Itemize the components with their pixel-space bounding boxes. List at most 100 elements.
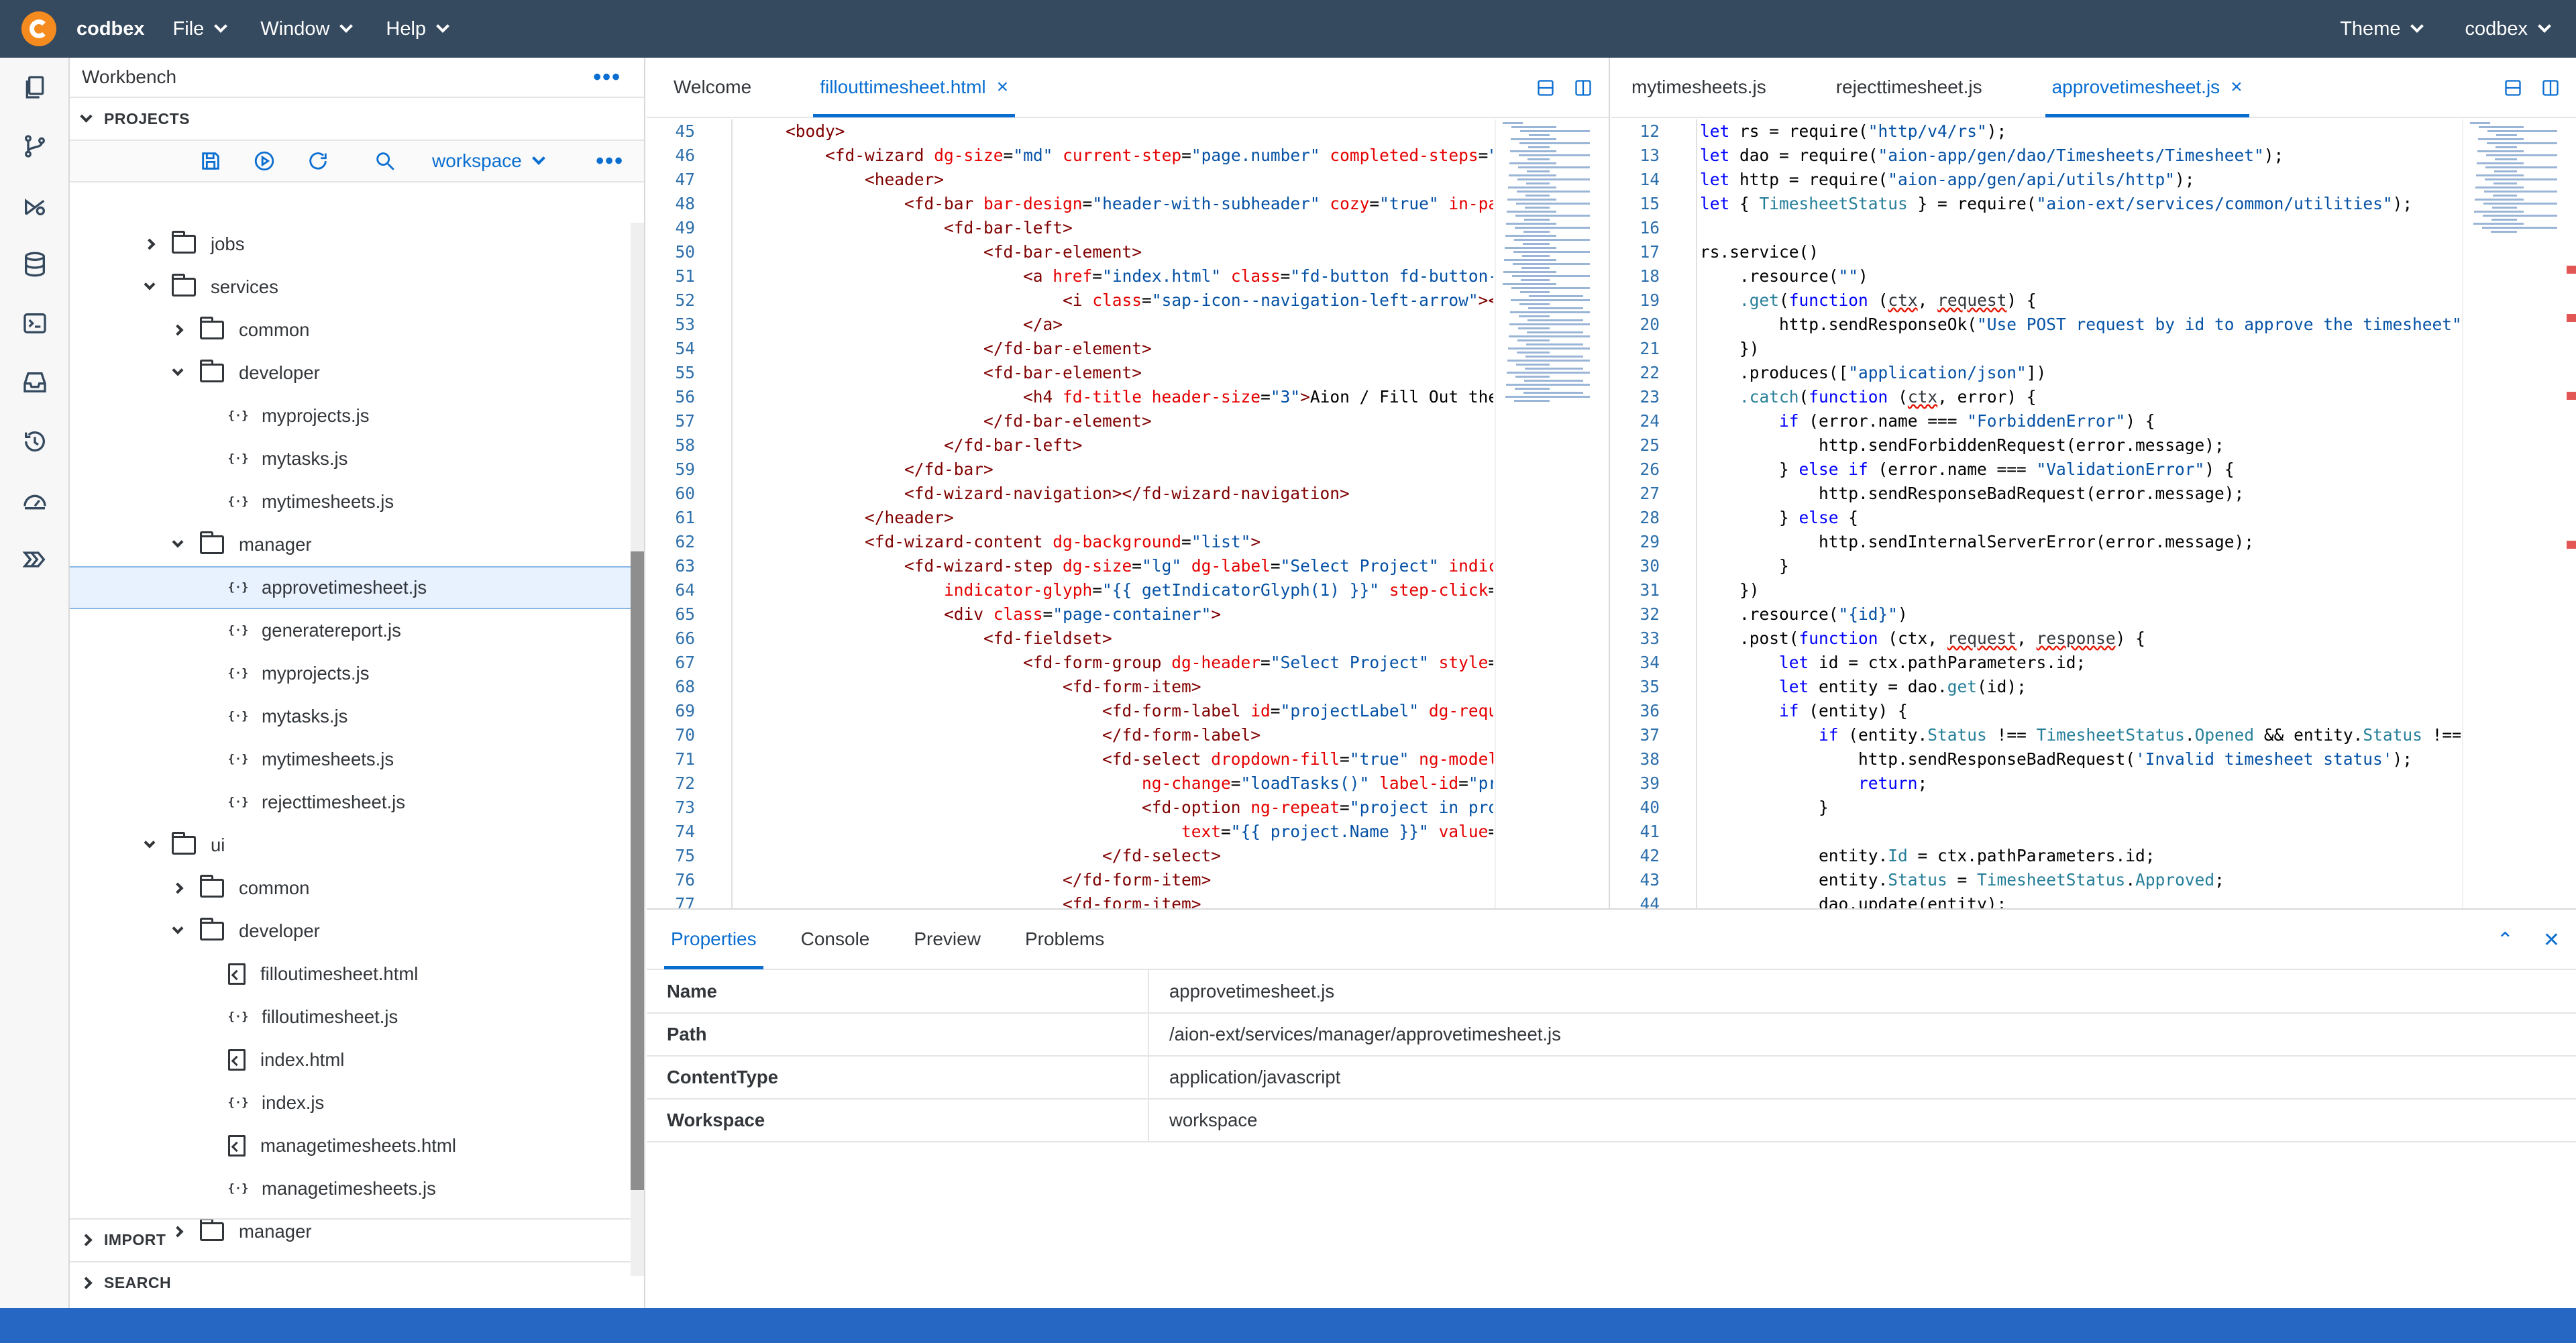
close-icon[interactable]: ×	[997, 76, 1009, 99]
code-line: 45 <body>	[647, 119, 1493, 144]
minimap-line	[2492, 207, 2517, 209]
tree-file[interactable]: {·} mytimesheets.js	[70, 738, 631, 781]
history-icon[interactable]	[0, 412, 70, 471]
chevron-down-icon[interactable]	[168, 922, 188, 934]
collapse-panel-icon[interactable]: ⌃	[2497, 928, 2514, 952]
chevron-right-icon[interactable]	[140, 238, 160, 250]
inbox-icon[interactable]	[0, 353, 70, 412]
tree-folder[interactable]: manager	[70, 523, 631, 566]
git-branch-icon[interactable]	[0, 117, 70, 176]
minimap-right[interactable]	[2462, 119, 2576, 908]
code-area-right[interactable]: 12 let rs = require("http/v4/rs"); 13 let d…	[1611, 119, 2461, 908]
close-panel-icon[interactable]: ✕	[2543, 928, 2560, 952]
split-horizontal-icon[interactable]	[2504, 78, 2522, 97]
chevron-down-icon[interactable]	[140, 837, 160, 849]
menu-user[interactable]: codbex	[2465, 18, 2551, 40]
tree-folder[interactable]: common	[70, 867, 631, 910]
menu-window[interactable]: Window	[260, 18, 354, 40]
codbex-logo-icon[interactable]	[21, 11, 56, 46]
tree-file[interactable]: {·} mytasks.js	[70, 437, 631, 480]
error-marker[interactable]	[2567, 266, 2576, 274]
chevron-right-icon[interactable]	[168, 324, 188, 336]
property-value: workspace	[1148, 1099, 2576, 1142]
tree-file[interactable]: {·} approvetimesheet.js	[70, 566, 631, 609]
tree-folder[interactable]: common	[70, 309, 631, 352]
tree-file[interactable]: managetimesheets.html	[70, 1124, 631, 1167]
tree-file[interactable]: {·} rejecttimesheet.js	[70, 781, 631, 824]
workspace-select[interactable]: workspace	[432, 150, 545, 172]
code-line: 60 <fd-wizard-navigation></fd-wizard-nav…	[647, 482, 1493, 506]
tree-file[interactable]: {·} filloutimesheet.js	[70, 996, 631, 1038]
split-vertical-icon[interactable]	[1574, 78, 1593, 97]
tree-folder[interactable]: ui	[70, 824, 631, 867]
tab-properties[interactable]: Properties	[651, 909, 777, 969]
menu-file[interactable]: File	[173, 18, 228, 40]
tree-file[interactable]: {·} index.js	[70, 1081, 631, 1124]
code-token: rs.service()	[1700, 242, 1819, 262]
toolbar-more-icon[interactable]: •••	[596, 148, 624, 174]
save-icon[interactable]	[184, 140, 237, 182]
run-icon[interactable]	[237, 140, 291, 182]
minimap-line	[1512, 275, 1590, 277]
files-icon[interactable]	[0, 58, 70, 117]
tree-file[interactable]: {·} mytimesheets.js	[70, 480, 631, 523]
error-marker[interactable]	[2567, 392, 2576, 400]
tree-file[interactable]: {·} generatereport.js	[70, 609, 631, 652]
line-number: 56	[675, 387, 695, 407]
tab-preview[interactable]: Preview	[894, 909, 1001, 969]
chevron-right-icon[interactable]	[168, 882, 188, 894]
tree-folder[interactable]: jobs	[70, 223, 631, 266]
tree-folder[interactable]: developer	[70, 352, 631, 394]
search-section-header[interactable]: SEARCH	[70, 1261, 631, 1303]
split-vertical-icon[interactable]	[2541, 78, 2560, 97]
tree-folder[interactable]: developer	[70, 910, 631, 953]
code-line: 31 })	[1611, 578, 2461, 602]
split-horizontal-icon[interactable]	[1536, 78, 1555, 97]
dashboard-icon[interactable]	[0, 471, 70, 530]
tab-fillouttimesheet-html[interactable]: fillouttimesheet.html ×	[805, 57, 1023, 117]
chevron-down-icon	[80, 109, 93, 123]
import-section-header[interactable]: IMPORT	[70, 1218, 631, 1260]
more-options-icon[interactable]: •••	[593, 64, 621, 91]
tree-scrollbar[interactable]	[631, 223, 644, 1276]
tree-file[interactable]: {·} mytasks.js	[70, 695, 631, 738]
tree-file[interactable]: {·} myprojects.js	[70, 394, 631, 437]
tab-rejecttimesheet-js[interactable]: rejecttimesheet.js	[1821, 57, 1997, 117]
tree-file[interactable]: {·} myprojects.js	[70, 652, 631, 695]
tree-file[interactable]: index.html	[70, 1038, 631, 1081]
line-number: 74	[675, 822, 695, 841]
chevron-down-icon[interactable]	[140, 278, 160, 290]
line-number: 33	[1640, 629, 1660, 648]
tab-approvetimesheet-js[interactable]: approvetimesheet.js ×	[2037, 57, 2257, 117]
tree-file[interactable]: filloutimesheet.html	[70, 953, 631, 996]
minimap-line	[2491, 231, 2517, 233]
tree-folder[interactable]: services	[70, 266, 631, 309]
js-file-icon: {·}	[227, 1096, 249, 1110]
search-icon[interactable]	[358, 140, 412, 182]
error-marker[interactable]	[2567, 541, 2576, 549]
terminal-icon[interactable]	[0, 294, 70, 353]
database-icon[interactable]	[0, 235, 70, 294]
projects-section-header[interactable]: PROJECTS	[70, 98, 644, 140]
chevron-down-icon[interactable]	[168, 364, 188, 376]
tree-scrollbar-thumb[interactable]	[631, 551, 644, 1190]
deploy-icon[interactable]	[0, 176, 70, 235]
minimap-line	[1504, 259, 1556, 261]
code-area-left[interactable]: 45 <body> 46 <fd-wizard dg-size="md" curr…	[647, 119, 1493, 908]
close-icon[interactable]: ×	[2231, 76, 2243, 99]
menu-help[interactable]: Help	[386, 18, 449, 40]
tab-mytimesheets-js[interactable]: mytimesheets.js	[1617, 57, 1781, 117]
tree-file[interactable]: {·} managetimesheets.js	[70, 1167, 631, 1210]
extensions-icon[interactable]	[0, 530, 70, 589]
refresh-icon[interactable]	[291, 140, 345, 182]
tab-problems[interactable]: Problems	[1005, 909, 1124, 969]
chevron-down-icon[interactable]	[168, 536, 188, 548]
tab-console[interactable]: Console	[781, 909, 890, 969]
minimap-line	[2477, 162, 2524, 164]
error-marker[interactable]	[2567, 314, 2576, 322]
code-line: 73 <fd-option ng-repeat="project in proj	[647, 796, 1493, 820]
tab-welcome[interactable]: Welcome	[659, 57, 766, 117]
menu-theme[interactable]: Theme	[2340, 18, 2424, 40]
minimap-left[interactable]	[1495, 119, 1609, 908]
